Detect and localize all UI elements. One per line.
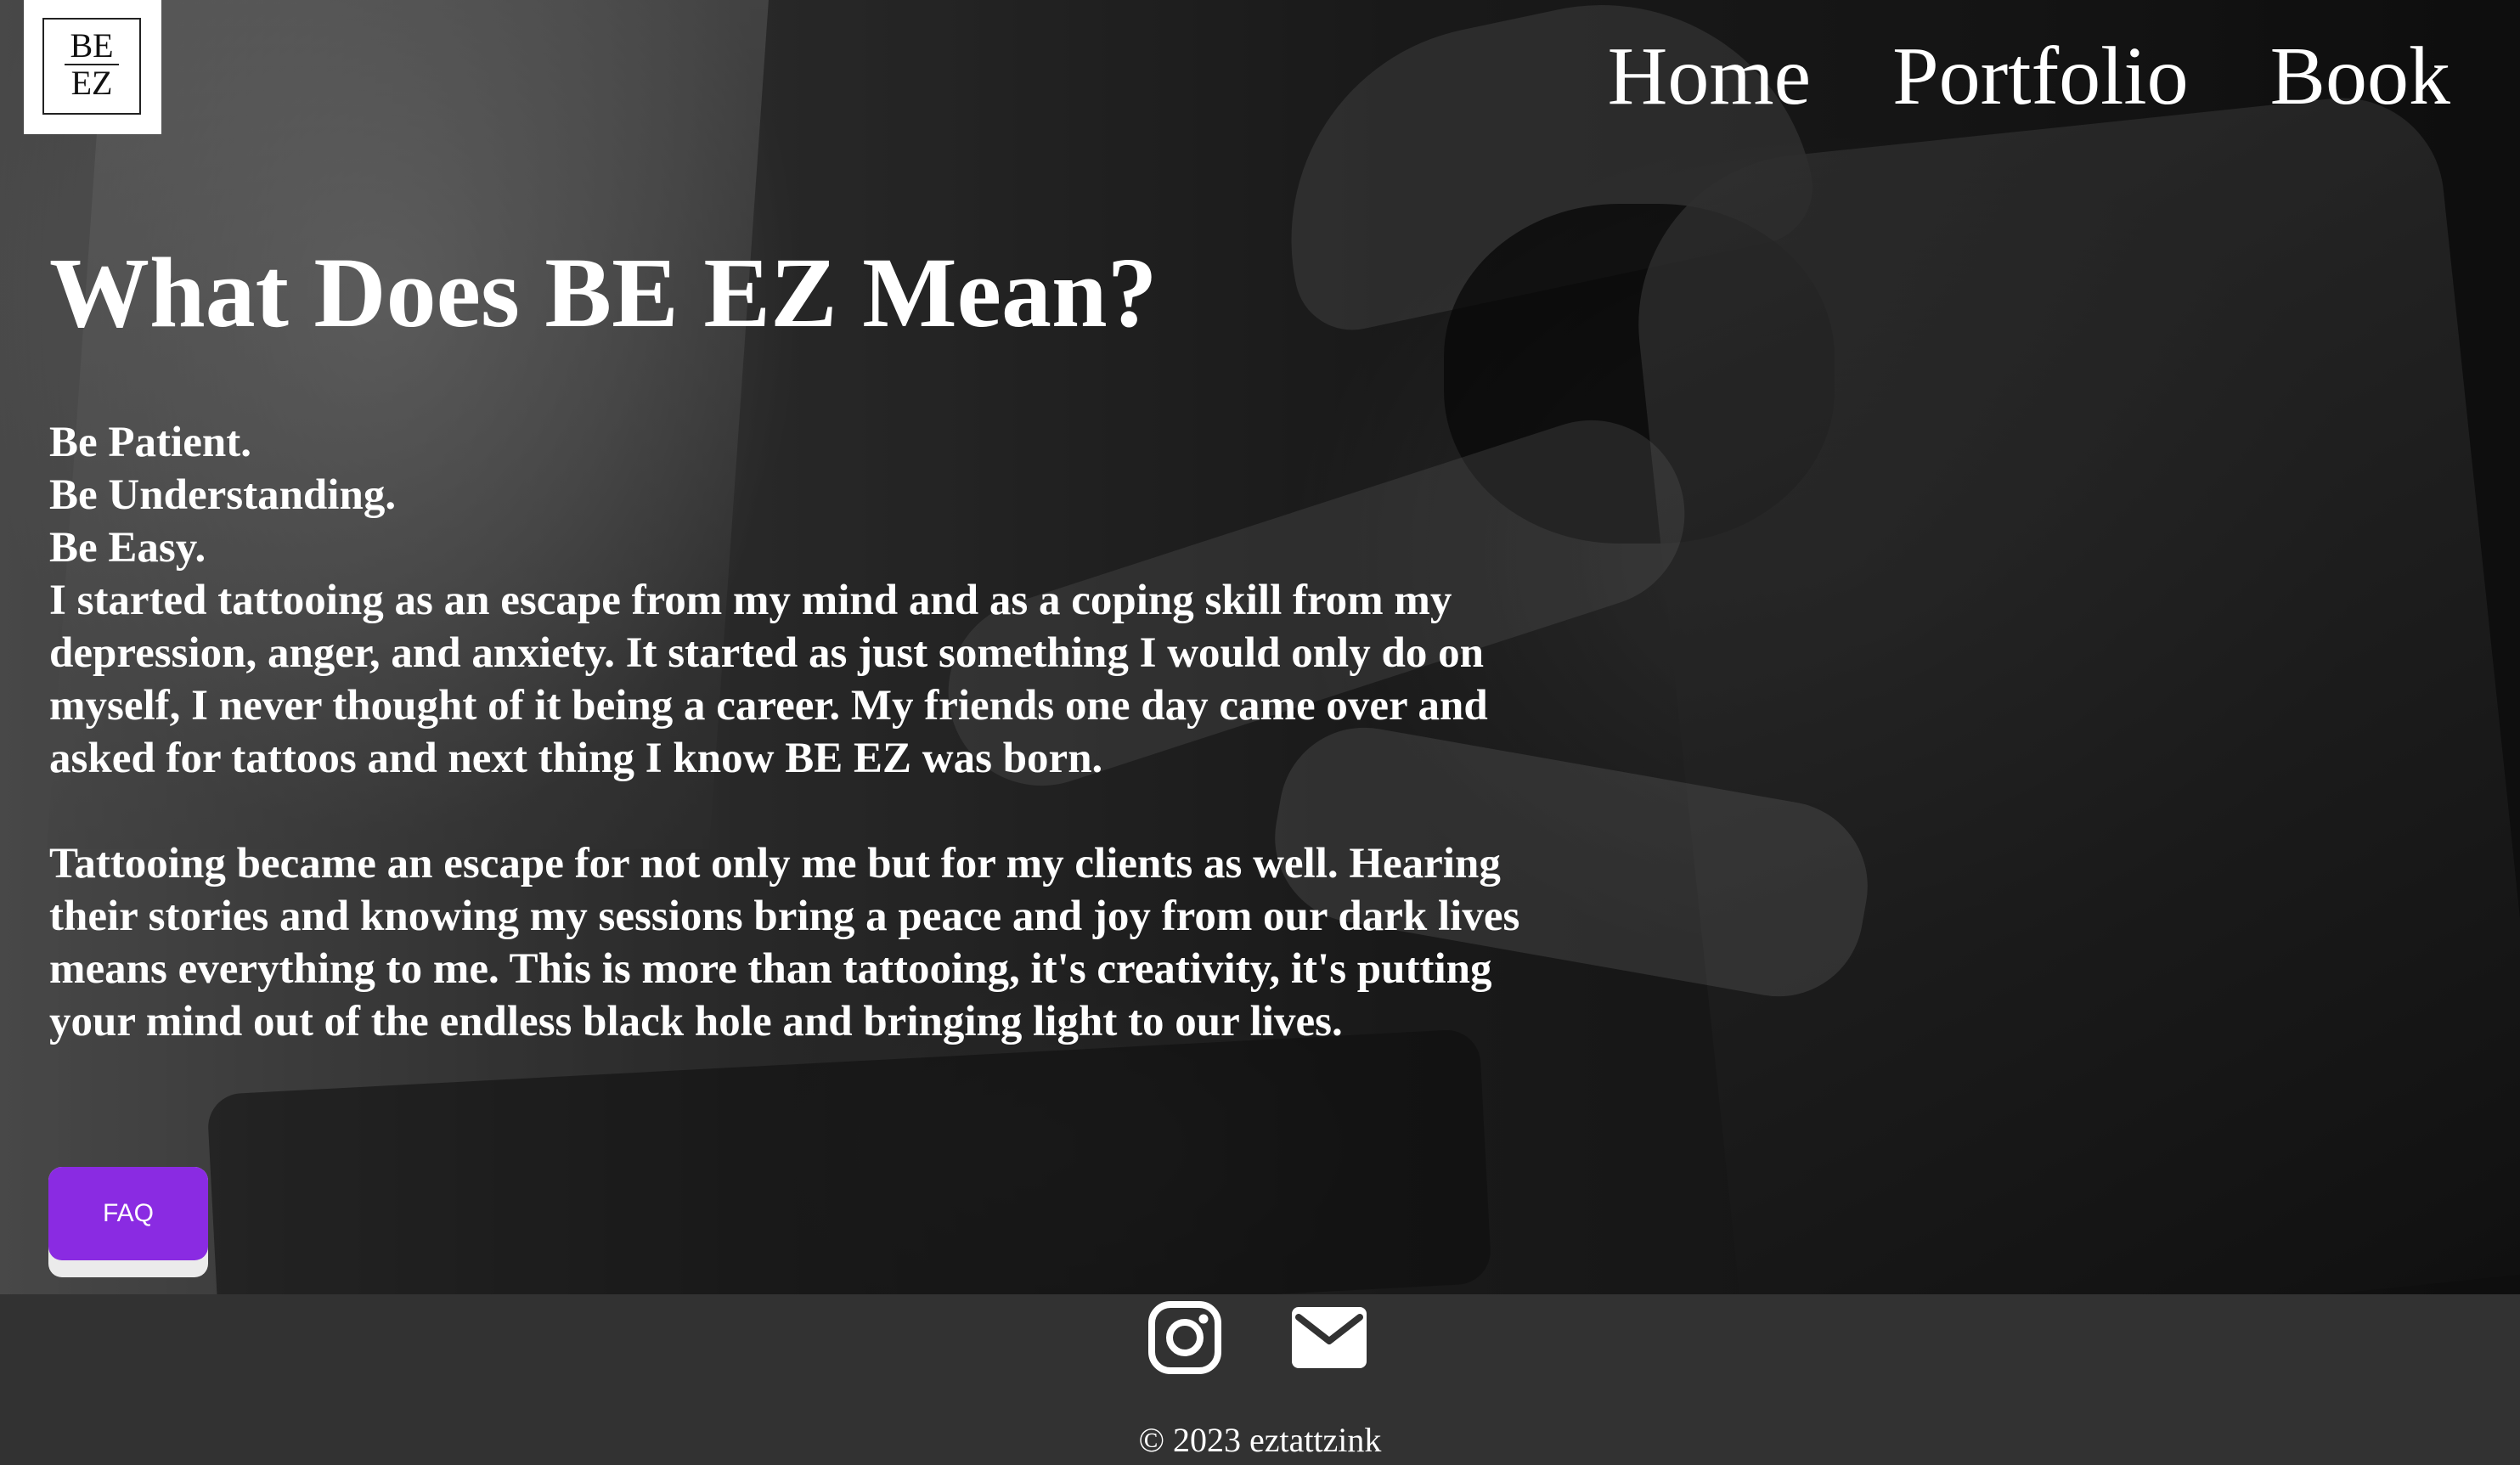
about-section: What Does BE EZ Mean? Be Patient. Be Und… (49, 229, 1544, 1048)
logo-mark: BE EZ (42, 18, 141, 115)
email-link[interactable] (1291, 1299, 1367, 1376)
instagram-link[interactable] (1147, 1299, 1223, 1376)
about-paragraph: Tattooing became an escape for not only … (49, 840, 1520, 1045)
nav-home-link[interactable]: Home (1608, 25, 1812, 127)
logo-text-top: BE (70, 26, 114, 65)
motto-line: Be Patient. (49, 419, 251, 466)
nav-portfolio-link[interactable]: Portfolio (1892, 25, 2188, 127)
faq-button-label: FAQ (48, 1167, 208, 1260)
about-paragraph: I started tattooing as an escape from my… (49, 577, 1488, 782)
logo-text-bottom: EZ (70, 64, 113, 102)
faq-button[interactable]: FAQ (48, 1167, 208, 1277)
copyright-text: © 2023 eztattzink (1138, 1421, 1382, 1459)
nav-book-link[interactable]: Book (2270, 25, 2450, 127)
mail-icon (1292, 1307, 1367, 1368)
motto-line: Be Understanding. (49, 471, 397, 519)
main-nav: Home Portfolio Book (1608, 25, 2450, 127)
motto-line: Be Easy. (49, 524, 206, 572)
motto-lines: Be Patient. Be Understanding. Be Easy. (49, 416, 1544, 574)
social-links (1147, 1299, 1367, 1376)
site-logo[interactable]: BE EZ (24, 0, 161, 134)
instagram-icon (1148, 1301, 1221, 1374)
page-title: What Does BE EZ Mean? (49, 237, 1158, 348)
